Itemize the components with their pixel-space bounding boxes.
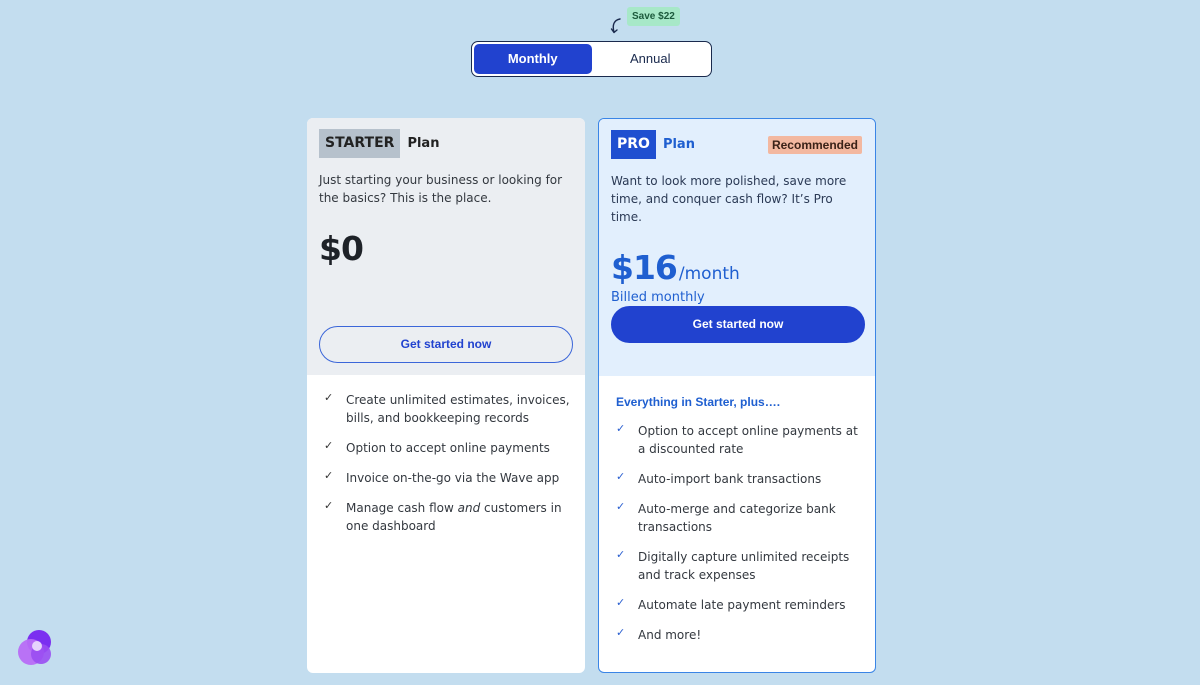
list-item: ✓ Create unlimited estimates, invoices, … [324, 391, 571, 427]
toggle-monthly[interactable]: Monthly [474, 44, 592, 74]
recommended-badge: Recommended [767, 136, 862, 154]
feature-text: And more! [638, 628, 702, 642]
starter-plan-tag: STARTER [319, 129, 401, 158]
starter-plan-word: Plan [407, 136, 440, 151]
list-item: ✓ Digitally capture unlimited receipts a… [616, 548, 861, 584]
pro-plan-tag: PRO [611, 130, 656, 159]
check-icon: ✓ [616, 626, 626, 639]
check-icon: ✓ [616, 596, 626, 609]
pro-price: $16 [611, 248, 678, 287]
feature-text: Auto-merge and categorize bank transacti… [638, 502, 836, 534]
pro-billing-note: Billed monthly [611, 290, 705, 305]
check-icon: ✓ [616, 548, 626, 561]
check-icon: ✓ [324, 391, 334, 404]
pro-price-row: $16 /month [611, 248, 863, 287]
pro-feature-list: Everything in Starter, plus…. ✓ Option t… [599, 376, 875, 644]
feature-text: Invoice on-the-go via the Wave app [346, 471, 560, 485]
list-item: ✓ And more! [616, 626, 861, 644]
list-item: ✓ Option to accept online payments at a … [616, 422, 861, 458]
pro-plan-word: Plan [662, 137, 695, 152]
check-icon: ✓ [616, 470, 626, 483]
list-item: ✓ Auto-import bank transactions [616, 470, 861, 488]
list-item: ✓ Option to accept online payments [324, 439, 571, 457]
app-logo-icon[interactable] [15, 628, 57, 668]
emphasis-text: and [457, 501, 481, 515]
starter-price-row: $0 [319, 229, 573, 268]
starter-get-started-button[interactable]: Get started now [319, 326, 573, 363]
list-item: ✓ Manage cash flow and customers in one … [324, 499, 571, 535]
starter-card-header: STARTER Plan Just starting your business… [307, 118, 585, 375]
pro-card-header: PRO Plan Recommended Want to look more p… [599, 119, 875, 376]
pro-features-heading: Everything in Starter, plus…. [616, 395, 781, 409]
list-item: ✓ Automate late payment reminders [616, 596, 861, 614]
feature-text: Digitally capture unlimited receipts and… [638, 550, 850, 582]
check-icon: ✓ [324, 439, 334, 452]
pro-price-period: /month [678, 264, 740, 284]
check-icon: ✓ [324, 499, 334, 512]
check-icon: ✓ [616, 422, 626, 435]
pro-description: Want to look more polished, save more ti… [611, 174, 847, 224]
feature-text: Auto-import bank transactions [638, 472, 822, 486]
feature-text: Create unlimited estimates, invoices, bi… [346, 393, 570, 425]
pro-plan-card: PRO Plan Recommended Want to look more p… [598, 118, 876, 673]
feature-text: Option to accept online payments at a di… [638, 424, 858, 456]
starter-description: Just starting your business or looking f… [319, 173, 563, 205]
toggle-annual[interactable]: Annual [592, 44, 710, 74]
starter-feature-list: ✓ Create unlimited estimates, invoices, … [307, 375, 585, 535]
billing-toggle: Monthly Annual [471, 41, 712, 77]
curved-arrow-icon [610, 18, 621, 34]
list-item: ✓ Invoice on-the-go via the Wave app [324, 469, 571, 487]
check-icon: ✓ [616, 500, 626, 513]
starter-price: $0 [319, 229, 364, 268]
list-item: ✓ Auto-merge and categorize bank transac… [616, 500, 861, 536]
feature-text: Automate late payment reminders [638, 598, 846, 612]
feature-text: Option to accept online payments [346, 441, 550, 455]
pro-get-started-button[interactable]: Get started now [611, 306, 865, 343]
starter-plan-heading: STARTER Plan [319, 129, 573, 158]
feature-text: Manage cash flow and customers in one da… [346, 501, 562, 533]
check-icon: ✓ [324, 469, 334, 482]
starter-plan-card: STARTER Plan Just starting your business… [307, 118, 585, 673]
save-badge: Save $22 [627, 7, 680, 26]
